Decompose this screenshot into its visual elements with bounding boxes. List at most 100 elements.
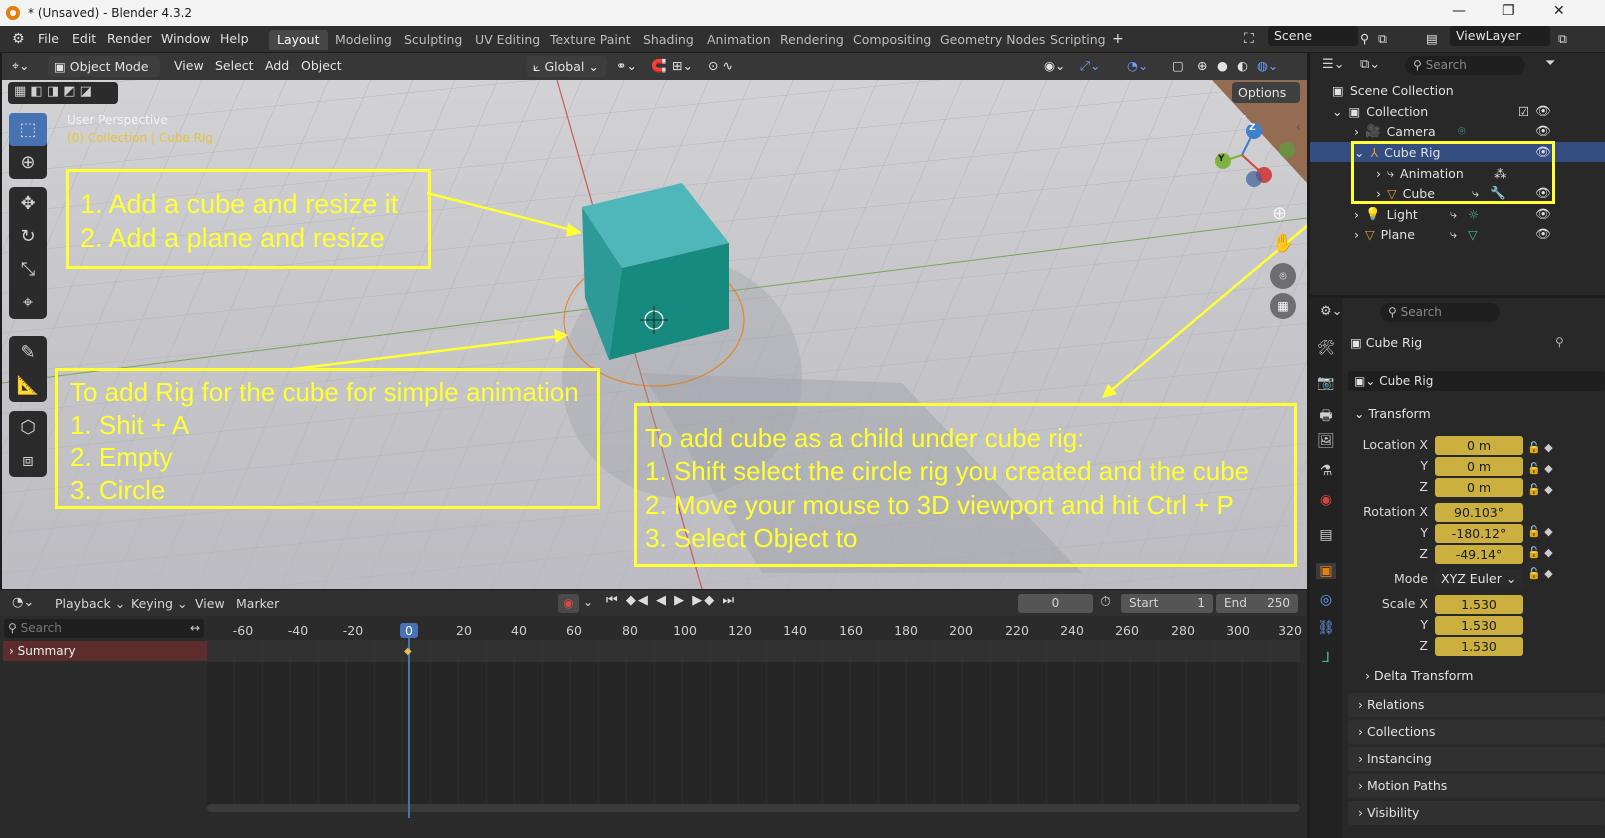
physics-tab-icon[interactable]: ◎ bbox=[1316, 592, 1336, 608]
visibility-eye-icon[interactable]: 👁 bbox=[1535, 226, 1551, 242]
scale-x-field[interactable]: 1.530 bbox=[1435, 595, 1523, 614]
mesh-data-icon[interactable]: ▽ bbox=[1468, 227, 1478, 242]
tab-scripting[interactable]: Scripting bbox=[1042, 30, 1114, 50]
outliner-editor-type-icon[interactable]: ☰⌄ bbox=[1322, 57, 1345, 72]
zoom-icon[interactable]: ⊕ bbox=[1272, 203, 1287, 224]
visibility-icon[interactable]: ◉⌄ bbox=[1044, 58, 1065, 73]
extrude-tool-icon[interactable]: ⧈ bbox=[9, 444, 47, 477]
camera-view-icon[interactable]: ⌾ bbox=[1270, 263, 1296, 289]
outliner-row-plane[interactable]: › ▽ Plane ⤷ ▽ 👁 bbox=[1310, 224, 1605, 244]
outliner-row-scene-collection[interactable]: ▣ Scene Collection bbox=[1310, 80, 1605, 100]
timeline-menu-keying[interactable]: Keying ⌄ bbox=[131, 596, 187, 611]
world-tab-icon[interactable]: ◉ bbox=[1316, 492, 1336, 508]
render-tab-icon[interactable]: 📷 bbox=[1316, 375, 1336, 391]
transform-tool-icon[interactable]: ⌖ bbox=[9, 286, 47, 319]
tab-geometry-nodes[interactable]: Geometry Nodes bbox=[932, 30, 1053, 50]
scene-selector[interactable]: Scene bbox=[1268, 26, 1358, 46]
modifier-icon[interactable]: ⤷ bbox=[1450, 206, 1457, 222]
editor-type-icon[interactable]: ⌖⌄ bbox=[12, 58, 30, 74]
outliner-row-camera[interactable]: › 🎥 Camera ⌾ 👁 bbox=[1310, 121, 1605, 141]
location-y-field[interactable]: 0 m bbox=[1435, 457, 1523, 476]
end-frame-field[interactable]: End 250 bbox=[1216, 594, 1298, 613]
constraints-tab-icon[interactable]: ⛓ bbox=[1316, 620, 1336, 636]
timeline-editor-type-icon[interactable]: ◔⌄ bbox=[12, 595, 34, 610]
light-data-icon[interactable]: ☼ bbox=[1468, 207, 1479, 222]
timeline-scrollbar[interactable] bbox=[207, 804, 1300, 812]
gizmo-z-label[interactable]: Z bbox=[1249, 123, 1256, 133]
add-cube-tool-icon[interactable]: ⬡ bbox=[9, 411, 47, 444]
visibility-eye-icon[interactable]: 👁 bbox=[1535, 103, 1551, 119]
swap-icon[interactable]: ↔ bbox=[190, 619, 200, 638]
relations-panel-header[interactable]: › Relations bbox=[1348, 693, 1605, 717]
pan-hand-icon[interactable]: ✋ bbox=[1272, 233, 1294, 254]
auto-keying-dropdown-icon[interactable]: ⌄ bbox=[583, 595, 593, 609]
view-layer-icon[interactable]: ▤ bbox=[1426, 31, 1438, 46]
scene-icon[interactable]: ⛶ bbox=[1244, 31, 1254, 47]
minimize-button[interactable]: — bbox=[1452, 3, 1466, 19]
visibility-eye-icon[interactable]: 👁 bbox=[1535, 123, 1551, 139]
rotation-y-field[interactable]: -180.12° bbox=[1435, 524, 1523, 543]
current-frame-field[interactable]: 0 bbox=[1018, 594, 1093, 613]
gizmo-toggle-icon[interactable]: ⤢⌄ bbox=[1080, 58, 1100, 74]
xray-icon[interactable]: ▢ bbox=[1172, 58, 1184, 73]
summary-channel[interactable]: › Summary bbox=[3, 641, 207, 661]
tab-compositing[interactable]: Compositing bbox=[845, 30, 939, 50]
pivot-point-icon[interactable]: ⚭⌄ bbox=[616, 58, 637, 73]
preview-range-icon[interactable]: ⏱ bbox=[1100, 594, 1111, 610]
tab-rendering[interactable]: Rendering bbox=[772, 30, 852, 50]
auto-keying-button[interactable]: ◉ bbox=[558, 594, 579, 613]
viewport-menu-object[interactable]: Object bbox=[301, 58, 342, 73]
solid-shading-icon[interactable]: ● bbox=[1217, 58, 1228, 73]
properties-search-input[interactable]: ⚲ Search bbox=[1380, 303, 1500, 322]
view-layer-selector[interactable]: ViewLayer bbox=[1450, 26, 1550, 46]
menu-help[interactable]: Help bbox=[220, 31, 249, 46]
outliner-row-collection[interactable]: ⌄ ▣ Collection ☑ 👁 bbox=[1310, 101, 1605, 121]
tab-shading[interactable]: Shading bbox=[635, 30, 702, 50]
location-z-field[interactable]: 0 m bbox=[1435, 478, 1523, 497]
keyframe-diamond-icon[interactable]: ◆ bbox=[404, 646, 412, 657]
outliner-row-light[interactable]: › 💡 Light ⤷ ☼ 👁 bbox=[1310, 204, 1605, 224]
tool-tab-icon[interactable]: 🛠 bbox=[1316, 340, 1336, 356]
filter-icon[interactable]: ⏷ bbox=[1545, 56, 1555, 71]
perspective-toggle-icon[interactable]: ▦ bbox=[1270, 293, 1296, 319]
visibility-eye-icon[interactable]: 👁 bbox=[1535, 206, 1551, 222]
scene-tab-icon[interactable]: ⚗ bbox=[1316, 463, 1336, 479]
select-box-tool-icon[interactable]: ⬚ bbox=[9, 113, 47, 146]
pin-icon[interactable]: ⚲ bbox=[1555, 335, 1564, 349]
snap-target-icon[interactable]: ⊞⌄ bbox=[672, 58, 693, 73]
maximize-button[interactable]: ❐ bbox=[1502, 3, 1515, 19]
mode-selector[interactable]: ▣ Object Mode ⌄ bbox=[48, 56, 160, 95]
motion-paths-panel-header[interactable]: › Motion Paths bbox=[1348, 774, 1605, 798]
material-shading-icon[interactable]: ◐ bbox=[1237, 58, 1248, 73]
annotate-tool-icon[interactable]: ✎ bbox=[9, 336, 47, 369]
pin-icon[interactable]: ⚲ bbox=[1360, 31, 1369, 46]
measure-tool-icon[interactable]: 📐 bbox=[9, 369, 47, 402]
timeline-search-input[interactable]: ⚲ Search ↔ bbox=[4, 619, 204, 638]
view-layer-tab-icon[interactable]: 🖼 bbox=[1316, 433, 1336, 449]
move-tool-icon[interactable]: ✥ bbox=[9, 187, 47, 220]
snap-icon[interactable]: 🧲 bbox=[651, 58, 667, 74]
tab-modeling[interactable]: Modeling bbox=[327, 30, 400, 50]
modifier-icon[interactable]: ⤷ bbox=[1450, 226, 1457, 242]
sidebar-toggle-icon[interactable]: ‹ bbox=[1296, 120, 1301, 134]
object-tab-icon[interactable]: ▣ bbox=[1316, 563, 1336, 579]
scale-y-field[interactable]: 1.530 bbox=[1435, 616, 1523, 635]
delta-transform-subpanel[interactable]: › Delta Transform bbox=[1365, 668, 1473, 683]
display-mode-icon[interactable]: ⧉⌄ bbox=[1360, 57, 1380, 72]
menu-render[interactable]: Render bbox=[107, 31, 152, 46]
timeline-menu-marker[interactable]: Marker bbox=[236, 596, 279, 611]
new-scene-icon[interactable]: ⧉ bbox=[1378, 31, 1387, 47]
timeline-menu-playback[interactable]: Playback ⌄ bbox=[55, 596, 125, 611]
rotation-z-field[interactable]: -49.14° bbox=[1435, 545, 1523, 564]
transform-orientation-selector[interactable]: ⟀ Global ⌄ bbox=[527, 56, 607, 77]
proportional-edit-icon[interactable]: ⊙ ∿ bbox=[708, 58, 733, 73]
timeline-keyframe-area[interactable] bbox=[207, 640, 1300, 810]
collections-panel-header[interactable]: › Collections bbox=[1348, 720, 1605, 744]
start-frame-field[interactable]: Start 1 bbox=[1121, 594, 1213, 613]
output-tab-icon[interactable]: 🖶 bbox=[1316, 405, 1336, 429]
timeline-menu-view[interactable]: View bbox=[195, 596, 225, 611]
tab-sculpting[interactable]: Sculpting bbox=[396, 30, 470, 50]
selection-mode-buttons[interactable]: ▦ ◧ ◨ ◩ ◪ bbox=[8, 82, 118, 104]
properties-editor-type-icon[interactable]: ⚙⌄ bbox=[1320, 304, 1343, 319]
cursor-tool-icon[interactable]: ⊕ bbox=[9, 146, 47, 179]
